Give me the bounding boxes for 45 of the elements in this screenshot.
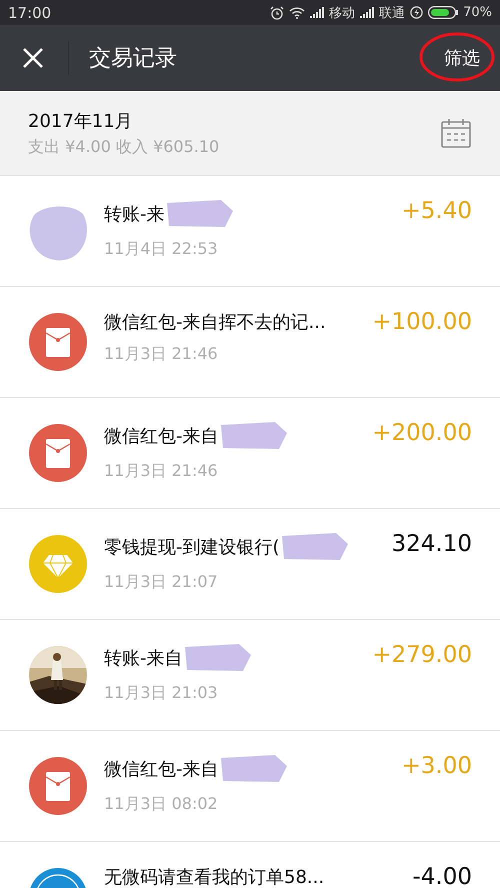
envelope-icon: [29, 757, 87, 815]
wifi-icon: [289, 6, 306, 18]
charging-icon: [410, 6, 424, 19]
transaction-amount: +279.00: [372, 642, 472, 668]
transaction-title: 无微码请查看我的订单58...: [104, 866, 324, 888]
transaction-title: 微信红包-来自挥不去的记...: [104, 311, 326, 334]
transaction-title: 转账-来自: [104, 647, 182, 670]
transaction-row[interactable]: 无微码请查看我的订单58... -4.00: [0, 842, 500, 888]
transaction-time: 11月3日 21:03: [104, 683, 219, 704]
transaction-row[interactable]: 微信红包-来自挥不去的记... 11月3日 21:46 +100.00: [0, 287, 500, 398]
transaction-amount: +100.00: [372, 309, 472, 335]
alarm-clock-icon: [270, 6, 284, 20]
transaction-amount: +200.00: [372, 420, 472, 446]
carrier-name: 联通: [379, 4, 406, 22]
envelope-icon: [29, 424, 87, 482]
page-title: 交易记录: [89, 45, 178, 73]
clock-time: 17:00: [8, 4, 52, 22]
month-totals: 支出 ¥4.00 收入 ¥605.10: [28, 136, 220, 158]
transaction-title: 微信红包-来自: [104, 758, 218, 781]
transaction-title: 转账-来: [104, 203, 164, 226]
transaction-time: 11月3日 21:46: [104, 344, 219, 365]
transaction-title: 零钱提现-到建设银行(: [104, 536, 280, 559]
transaction-amount: +3.00: [402, 753, 472, 779]
month-label: 2017年11月: [28, 110, 134, 132]
transaction-row[interactable]: 转账-来 11月4日 22:53 +5.40: [0, 176, 500, 287]
envelope-icon: [29, 313, 87, 371]
transaction-time: 11月3日 21:07: [104, 572, 219, 593]
calendar-icon[interactable]: [441, 118, 471, 148]
close-icon[interactable]: [22, 47, 44, 69]
transaction-amount: +5.40: [402, 198, 472, 224]
transaction-amount: 324.10: [392, 531, 472, 557]
transaction-row[interactable]: 零钱提现-到建设银行( 11月3日 21:07 324.10: [0, 509, 500, 620]
carrier-name: 移动: [329, 4, 356, 22]
battery-percent: 70%: [463, 5, 492, 20]
transaction-amount: -4.00: [412, 864, 472, 888]
signal-icon: [360, 7, 374, 18]
transaction-row[interactable]: 微信红包-来自 11月3日 08:02 +3.00: [0, 731, 500, 842]
battery-icon: [428, 6, 458, 19]
transaction-row[interactable]: 微信红包-来自 11月3日 21:46 +200.00: [0, 398, 500, 509]
transaction-time: 11月4日 22:53: [104, 239, 219, 260]
transaction-time: 11月3日 21:46: [104, 461, 219, 482]
signal-icon: [310, 7, 324, 18]
transaction-time: 11月3日 08:02: [104, 794, 219, 815]
transaction-title: 微信红包-来自: [104, 425, 218, 448]
transaction-row[interactable]: 转账-来自 11月3日 21:03 +279.00: [0, 620, 500, 731]
